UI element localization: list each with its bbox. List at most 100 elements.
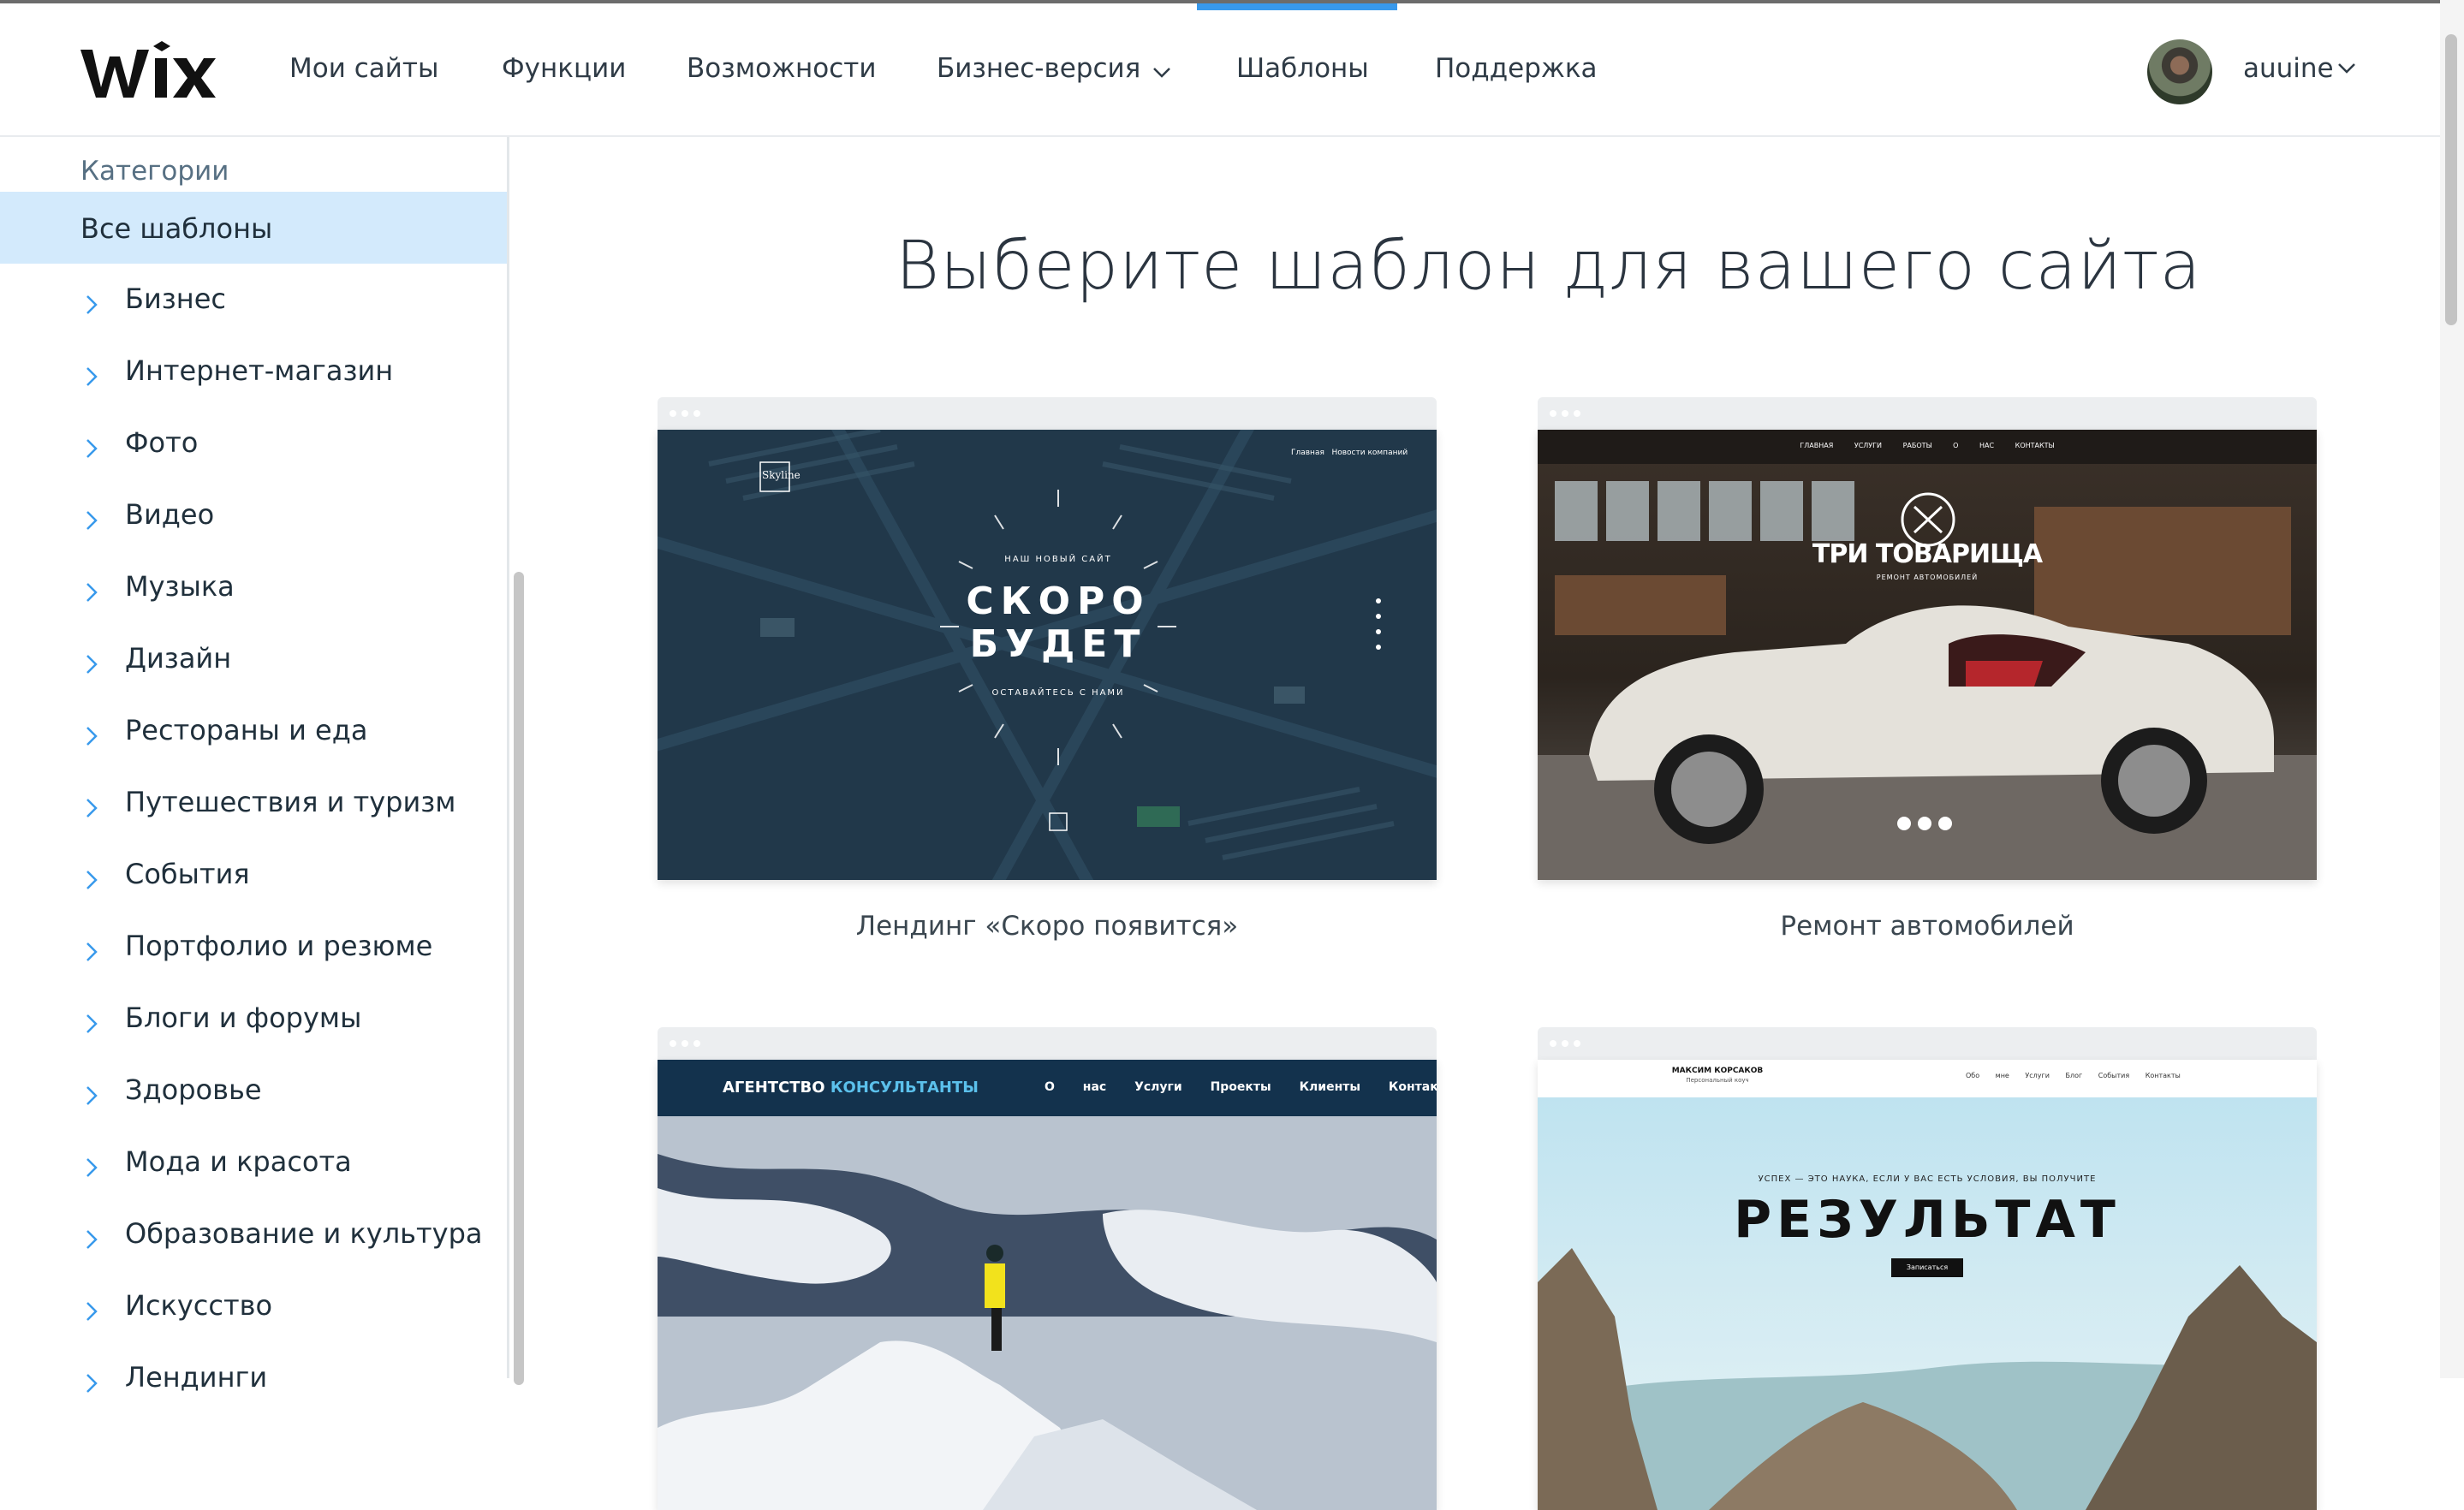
browser-chrome	[1538, 397, 2317, 430]
template-nav-item: ГЛАВНАЯ	[1800, 442, 1834, 449]
template-headline: РЕЗУЛЬТАТ	[1734, 1190, 2121, 1250]
chevron-right-icon	[86, 433, 98, 466]
chevron-right-icon	[86, 1224, 98, 1257]
nav-features[interactable]: Функции	[502, 53, 626, 84]
categories-heading: Категории	[80, 156, 229, 187]
template-name: МАКСИМ КОРСАКОВ	[1671, 1067, 1764, 1075]
page-title: Выберите шаблон для вашего сайта	[896, 228, 2202, 305]
chevron-right-icon	[86, 577, 98, 609]
chevron-right-icon	[86, 649, 98, 681]
template-nav-item: Контакты	[2145, 1072, 2181, 1079]
template-nav: Обо мне Услуги Блог События Контакты	[1966, 1072, 2181, 1079]
chevron-right-icon	[86, 793, 98, 825]
brand-part: АГЕНТСТВО	[723, 1079, 825, 1097]
top-header: Мои сайты Функции Возможности Бизнес-вер…	[0, 3, 2440, 137]
category-label: Мода и красота	[125, 1145, 352, 1178]
chevron-right-icon	[86, 289, 98, 322]
browser-chrome	[658, 1027, 1437, 1060]
template-brand: АГЕНТСТВО КОНСУЛЬТАНТЫ	[723, 1079, 979, 1097]
template-nav-item: О НАС	[1953, 442, 1995, 449]
browser-chrome	[1538, 1027, 2317, 1060]
template-nav-item: УСЛУГИ	[1854, 442, 1883, 449]
nav-capabilities[interactable]: Возможности	[687, 53, 876, 84]
headline-line: БУДЕТ	[969, 622, 1147, 666]
chevron-right-icon	[86, 721, 98, 753]
category-label: Здоровье	[125, 1073, 262, 1106]
template-kicker: НАШ НОВЫЙ САЙТ	[1004, 555, 1112, 564]
category-label: Бизнес	[125, 282, 226, 315]
template-preview[interactable]: АГЕНТСТВО КОНСУЛЬТАНТЫ О нас Услуги Прое…	[658, 1060, 1437, 1510]
chevron-down-icon	[1152, 55, 1171, 86]
template-nav-item: Блог	[2065, 1072, 2083, 1079]
category-all-templates[interactable]: Все шаблоны	[0, 192, 507, 264]
template-caption[interactable]: Лендинг «Скоро появится»	[658, 911, 1437, 942]
category-label: Рестораны и еда	[125, 714, 368, 746]
template-nav-item: Главная	[1291, 449, 1324, 457]
template-nav-item: Услуги	[2025, 1072, 2050, 1079]
category-sidebar: Категории Все шаблоны Бизнес Интернет-маг…	[0, 137, 507, 1394]
chevron-down-icon[interactable]	[2337, 62, 2356, 78]
template-preview[interactable]: МАКСИМ КОРСАКОВ Персональный коуч Обо мн…	[1538, 1060, 2317, 1510]
category-label: Дизайн	[125, 642, 232, 675]
template-nav-item: Проекты	[1210, 1080, 1271, 1094]
category-label: Искусство	[125, 1289, 273, 1322]
template-kicker: УСПЕХ — ЭТО НАУКА, ЕСЛИ У ВАС ЕСТЬ УСЛОВ…	[1758, 1174, 2097, 1184]
wix-logo-icon	[80, 41, 216, 98]
chevron-right-icon	[86, 1368, 98, 1400]
template-sub: РЕМОНТ АВТОМОБИЛЕЙ	[1876, 574, 1979, 581]
template-nav-item: Обо мне	[1966, 1072, 2009, 1079]
nav-support[interactable]: Поддержка	[1435, 53, 1598, 84]
avatar[interactable]	[2147, 39, 2212, 104]
chevron-right-icon	[86, 1008, 98, 1041]
nav-templates[interactable]: Шаблоны	[1236, 53, 1369, 84]
nav-business-label: Бизнес-версия	[937, 53, 1141, 84]
template-nav: ГЛАВНАЯ УСЛУГИ РАБОТЫ О НАС КОНТАКТЫ	[1538, 442, 2317, 449]
template-preview[interactable]: Skyline Главная Новости компаний НАШ НОВ…	[658, 430, 1437, 880]
template-caption[interactable]: Ремонт автомобилей	[1538, 911, 2317, 942]
template-headline: СКОРО БУДЕТ	[658, 580, 1437, 666]
browser-chrome	[658, 397, 1437, 430]
nav-active-indicator	[1197, 3, 1397, 10]
nav-business[interactable]: Бизнес-версия	[937, 53, 1171, 86]
template-nav-item: События	[2098, 1072, 2130, 1079]
category-label: Путешествия и туризм	[125, 786, 456, 818]
template-logo: Skyline	[762, 469, 801, 481]
category-label: Лендинги	[125, 1361, 268, 1394]
chevron-right-icon	[86, 1080, 98, 1113]
template-sub: ОСТАВАЙТЕСЬ С НАМИ	[991, 688, 1125, 698]
template-headline: ТРИ ТОВАРИЩА	[1812, 539, 2043, 569]
template-cta-button: Записаться	[1891, 1258, 1963, 1277]
mountain-landscape-image	[1538, 1060, 2317, 1510]
category-label: Фото	[125, 426, 199, 459]
category-label: Образование и культура	[125, 1217, 483, 1250]
sidebar-scrollbar[interactable]	[514, 572, 524, 1385]
template-nav-item: О нас	[1045, 1080, 1107, 1094]
category-label: События	[125, 858, 250, 890]
template-nav: О нас Услуги Проекты Клиенты Контакты	[1045, 1080, 1437, 1094]
vintage-car-image	[1538, 430, 2317, 880]
template-nav: Главная Новости компаний	[1291, 449, 1408, 457]
template-nav-item: Контакты	[1388, 1080, 1437, 1094]
chevron-right-icon	[86, 361, 98, 394]
username[interactable]: auuine	[2243, 53, 2334, 84]
category-label: Интернет-магазин	[125, 354, 394, 387]
category-label: Музыка	[125, 570, 235, 603]
nav-my-sites[interactable]: Мои сайты	[289, 53, 438, 84]
template-preview[interactable]: ГЛАВНАЯ УСЛУГИ РАБОТЫ О НАС КОНТАКТЫ ТРИ…	[1538, 430, 2317, 880]
wix-logo[interactable]	[79, 38, 216, 104]
template-nav-item: Новости компаний	[1331, 449, 1408, 457]
template-nav-item: КОНТАКТЫ	[2015, 442, 2055, 449]
page-scrollbar-thumb[interactable]	[2445, 34, 2457, 325]
category-label: Блоги и форумы	[125, 1002, 362, 1034]
brand-part: КОНСУЛЬТАНТЫ	[830, 1079, 979, 1097]
sidebar-divider	[507, 137, 509, 1378]
template-nav-item: Услуги	[1134, 1080, 1182, 1094]
category-label: Все шаблоны	[80, 212, 273, 245]
mountain-climber-image	[658, 1060, 1437, 1510]
template-nav-item: Клиенты	[1299, 1080, 1361, 1094]
template-nav-item: РАБОТЫ	[1902, 442, 1932, 449]
chevron-right-icon	[86, 505, 98, 538]
category-label: Портфолио и резюме	[125, 930, 433, 962]
category-label: Видео	[125, 498, 215, 531]
chevron-right-icon	[86, 936, 98, 969]
